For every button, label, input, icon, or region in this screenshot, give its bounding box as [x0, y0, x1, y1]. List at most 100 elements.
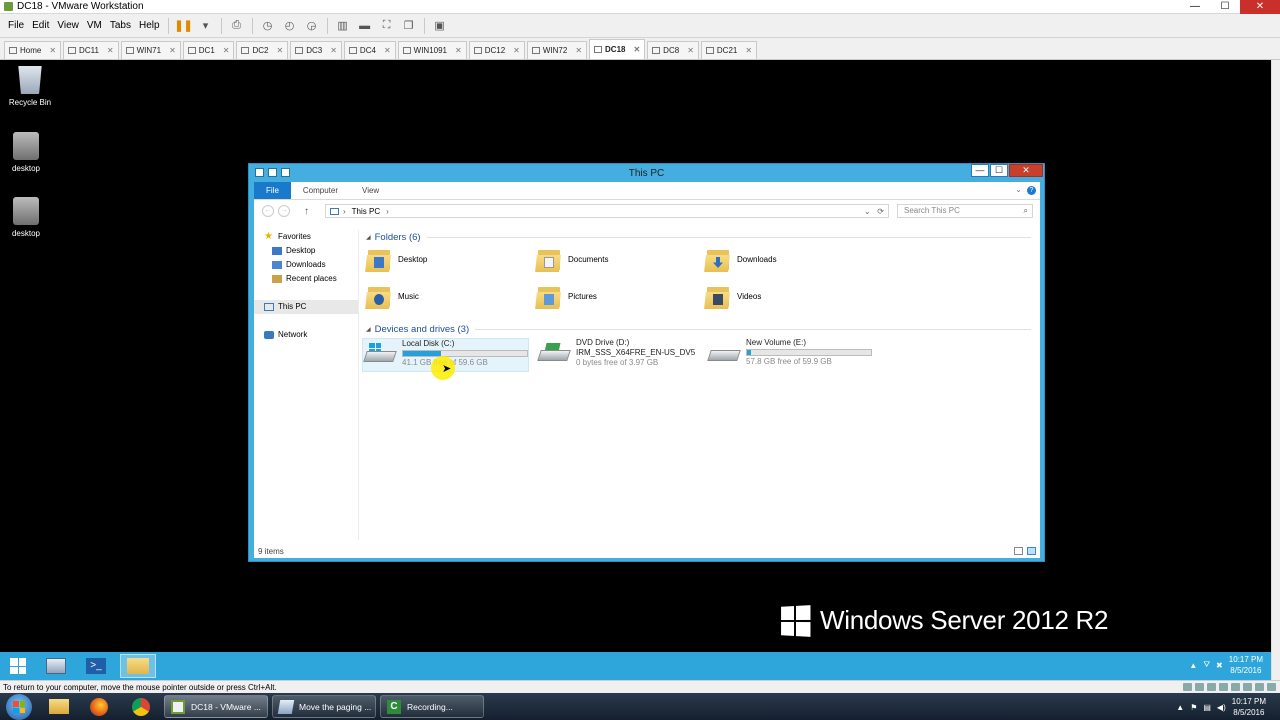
host-task-vmware[interactable]: DC18 - VMware ...	[164, 695, 268, 718]
file-explorer-taskbar-button[interactable]	[120, 654, 156, 678]
powershell-button[interactable]: >_	[78, 654, 114, 678]
pinned-firefox[interactable]	[80, 695, 118, 718]
vmware-scrollbar[interactable]	[1271, 60, 1280, 680]
help-icon[interactable]: ?	[1027, 186, 1036, 195]
vm-tab-win71[interactable]: WIN71 ✕	[120, 41, 181, 59]
desktop-icon-desktop-1[interactable]: desktop	[0, 132, 56, 173]
ribbon-tab-view[interactable]: View	[350, 182, 391, 199]
pause-icon[interactable]: ❚❚	[174, 18, 192, 34]
nav-item-network[interactable]: Network	[254, 328, 358, 342]
network-tray-icon[interactable]: ▤	[1203, 703, 1211, 712]
address-bar[interactable]: › This PC › ⌄ ⟳	[325, 204, 889, 218]
folder-videos[interactable]: Videos	[704, 281, 761, 311]
folder-documents[interactable]: Documents	[535, 244, 608, 274]
close-tab-icon[interactable]: ✕	[633, 45, 640, 54]
sound-device-icon[interactable]	[1231, 683, 1240, 691]
guest-clock[interactable]: 10:17 PM 8/5/2016	[1229, 654, 1263, 676]
cdrom-device-icon[interactable]	[1195, 683, 1204, 691]
host-start-button[interactable]	[6, 694, 32, 720]
vmware-minimize-button[interactable]: —	[1180, 0, 1210, 14]
folders-group-header[interactable]: ◢ Folders (6)	[366, 230, 1031, 244]
ribbon-tab-computer[interactable]: Computer	[291, 182, 350, 199]
action-center-icon[interactable]: ✖	[1216, 661, 1223, 670]
pinned-explorer[interactable]	[40, 695, 78, 718]
nav-item-this-pc[interactable]: This PC	[254, 300, 358, 314]
expand-ribbon-icon[interactable]: ⌄	[1015, 185, 1022, 194]
send-ctrl-alt-del-icon[interactable]: ⎙	[228, 18, 246, 34]
network-tray-icon[interactable]: ⛛	[1203, 660, 1210, 670]
console-view-icon[interactable]: ▣	[431, 18, 449, 34]
vm-tab-dc12[interactable]: DC12 ✕	[468, 41, 525, 59]
nav-item-downloads[interactable]: Downloads	[254, 258, 358, 272]
usb-device-icon[interactable]	[1219, 683, 1228, 691]
snapshot-icon[interactable]: ◷	[259, 18, 277, 34]
library-icon[interactable]: ▥	[334, 18, 352, 34]
guest-start-button[interactable]	[0, 654, 36, 678]
vm-tab-win1091[interactable]: WIN1091 ✕	[397, 41, 467, 59]
close-tab-icon[interactable]: ✕	[107, 46, 114, 55]
forward-icon[interactable]: →	[278, 205, 290, 217]
vmware-close-button[interactable]: ✕	[1240, 0, 1280, 14]
message-log-icon[interactable]	[1267, 683, 1276, 691]
server-manager-button[interactable]	[38, 654, 74, 678]
printer-device-icon[interactable]	[1243, 683, 1252, 691]
explorer-title-bar[interactable]: This PC — ☐ ✕	[249, 164, 1044, 182]
up-icon[interactable]: ↑	[304, 206, 309, 217]
nav-item-desktop[interactable]: Desktop	[254, 244, 358, 258]
menu-edit[interactable]: Edit	[28, 20, 53, 31]
ribbon-tab-file[interactable]: File	[254, 182, 291, 199]
menu-help[interactable]: Help	[135, 20, 164, 31]
vm-tab-dc2[interactable]: DC2 ✕	[236, 41, 289, 59]
revert-snapshot-icon[interactable]: ◴	[281, 18, 299, 34]
menu-file[interactable]: File	[4, 20, 28, 31]
vm-tab-dc3[interactable]: DC3 ✕	[290, 41, 342, 59]
explorer-minimize-button[interactable]: —	[971, 164, 989, 177]
flag-icon[interactable]: ⚑	[1190, 703, 1197, 712]
close-tab-icon[interactable]: ✕	[223, 46, 230, 55]
nav-item-recent-places[interactable]: Recent places	[254, 272, 358, 286]
drives-group-header[interactable]: ◢ Devices and drives (3)	[366, 322, 1031, 336]
explorer-close-button[interactable]: ✕	[1009, 164, 1043, 177]
address-dropdown-refresh[interactable]: ⌄ ⟳	[864, 207, 884, 216]
dropdown-arrow-icon[interactable]: ▾	[197, 18, 215, 34]
close-tab-icon[interactable]: ✕	[513, 46, 520, 55]
unity-icon[interactable]: ❐	[400, 18, 418, 34]
vm-tab-dc11[interactable]: DC11 ✕	[63, 41, 119, 59]
vm-tab-dc21[interactable]: DC21 ✕	[700, 41, 758, 59]
search-input[interactable]: Search This PC ⌕	[897, 204, 1033, 218]
folder-downloads[interactable]: Downloads	[704, 244, 777, 274]
close-tab-icon[interactable]: ✕	[330, 46, 337, 55]
desktop-icon-recycle-bin[interactable]: Recycle Bin	[0, 66, 60, 107]
close-tab-icon[interactable]: ✕	[455, 46, 462, 55]
folder-desktop[interactable]: Desktop	[365, 244, 427, 274]
details-view-icon[interactable]	[1014, 547, 1023, 555]
hdd-device-icon[interactable]	[1183, 683, 1192, 691]
close-tab-icon[interactable]: ✕	[575, 46, 582, 55]
snapshot-manager-icon[interactable]: ◶	[303, 18, 321, 34]
close-tab-icon[interactable]: ✕	[277, 46, 284, 55]
folder-pictures[interactable]: Pictures	[535, 281, 597, 311]
show-hidden-icons[interactable]: ▲	[1176, 703, 1184, 712]
drive-new-volume-e[interactable]: New Volume (E:) 57.8 GB free of 59.9 GB	[707, 338, 877, 372]
explorer-maximize-button[interactable]: ☐	[990, 164, 1008, 177]
vm-tab-win72[interactable]: WIN72 ✕	[526, 41, 588, 59]
close-tab-icon[interactable]: ✕	[687, 46, 694, 55]
close-tab-icon[interactable]: ✕	[169, 46, 176, 55]
back-icon[interactable]: ←	[262, 205, 274, 217]
display-device-icon[interactable]	[1255, 683, 1264, 691]
desktop-icon-desktop-2[interactable]: desktop	[0, 197, 56, 238]
vm-tab-dc1[interactable]: DC1 ✕	[182, 41, 235, 59]
host-clock[interactable]: 10:17 PM 8/5/2016	[1232, 696, 1266, 718]
close-tab-icon[interactable]: ✕	[49, 46, 56, 55]
fullscreen-icon[interactable]: ⛶	[378, 18, 396, 34]
breadcrumb-this-pc[interactable]: This PC	[352, 207, 380, 216]
host-task-move-paging[interactable]: Move the paging ...	[272, 695, 376, 718]
close-tab-icon[interactable]: ✕	[745, 46, 752, 55]
volume-icon[interactable]: ◀)	[1217, 703, 1226, 712]
vm-tab-home[interactable]: Home ✕	[4, 41, 62, 59]
close-tab-icon[interactable]: ✕	[384, 46, 391, 55]
folder-music[interactable]: Music	[365, 281, 419, 311]
search-icon[interactable]: ⌕	[1024, 205, 1028, 217]
large-icons-view-icon[interactable]	[1027, 547, 1036, 555]
pinned-chrome[interactable]	[122, 695, 160, 718]
